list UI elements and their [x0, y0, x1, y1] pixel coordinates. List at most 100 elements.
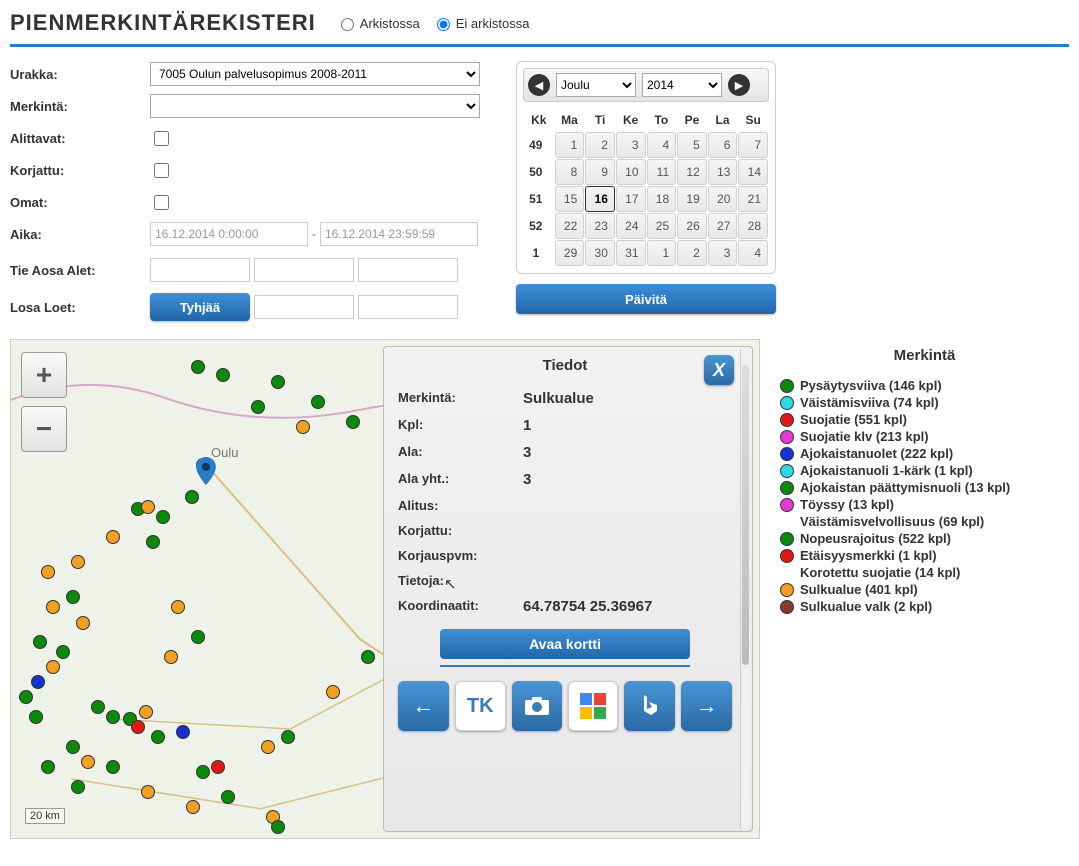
cal-day[interactable]: 29 [555, 240, 585, 266]
not-archived-radio-label[interactable]: Ei arkistossa [432, 15, 530, 31]
map-marker[interactable] [71, 780, 85, 794]
zoom-out-button[interactable]: − [21, 406, 67, 452]
map-marker[interactable] [191, 630, 205, 644]
map-marker[interactable] [326, 685, 340, 699]
map-marker[interactable] [31, 675, 45, 689]
map-marker[interactable] [41, 760, 55, 774]
cal-day[interactable]: 6 [708, 132, 738, 158]
map-marker[interactable] [271, 820, 285, 834]
tie-input-2[interactable] [254, 258, 354, 282]
cal-day[interactable]: 27 [708, 213, 738, 239]
map-marker[interactable] [41, 565, 55, 579]
map-marker[interactable] [141, 500, 155, 514]
map-marker[interactable] [361, 650, 375, 664]
cal-day[interactable]: 17 [616, 186, 646, 212]
cal-day[interactable]: 16 [585, 186, 615, 212]
map-marker[interactable] [106, 530, 120, 544]
map-marker[interactable] [29, 710, 43, 724]
map-marker[interactable] [164, 650, 178, 664]
map-marker[interactable] [185, 490, 199, 504]
zoom-in-button[interactable]: + [21, 352, 67, 398]
omat-checkbox[interactable] [154, 195, 169, 210]
merkinta-select[interactable] [150, 94, 480, 118]
cal-day[interactable]: 19 [677, 186, 707, 212]
cal-next-icon[interactable]: ▶ [728, 74, 750, 96]
google-icon[interactable] [568, 681, 618, 731]
map-marker[interactable] [81, 755, 95, 769]
cal-day[interactable]: 4 [647, 132, 677, 158]
map-marker[interactable] [271, 375, 285, 389]
map-panel[interactable]: + − Oulu 20 km Tiedot X Merkintä:Sulkual… [10, 339, 760, 839]
archived-radio[interactable] [341, 18, 354, 31]
scrollbar[interactable] [740, 349, 750, 829]
map-marker[interactable] [139, 705, 153, 719]
cal-day[interactable]: 2 [677, 240, 707, 266]
map-marker[interactable] [251, 400, 265, 414]
map-pin-icon[interactable] [196, 457, 216, 485]
map-marker[interactable] [191, 360, 205, 374]
map-marker[interactable] [141, 785, 155, 799]
map-marker[interactable] [91, 700, 105, 714]
tk-icon[interactable]: TK [455, 681, 506, 731]
cal-day[interactable]: 25 [647, 213, 677, 239]
map-marker[interactable] [46, 600, 60, 614]
cal-day[interactable]: 7 [738, 132, 768, 158]
alittavat-checkbox[interactable] [154, 131, 169, 146]
cal-year-select[interactable]: 2014 [642, 73, 722, 97]
cal-day[interactable]: 4 [738, 240, 768, 266]
losa-input-1[interactable] [254, 295, 354, 319]
cal-prev-icon[interactable]: ◀ [528, 74, 550, 96]
map-marker[interactable] [176, 725, 190, 739]
cal-day[interactable]: 2 [585, 132, 615, 158]
cal-day[interactable]: 9 [585, 159, 615, 185]
map-marker[interactable] [106, 760, 120, 774]
map-marker[interactable] [151, 730, 165, 744]
cal-day[interactable]: 3 [616, 132, 646, 158]
open-card-button[interactable]: Avaa kortti [440, 629, 690, 659]
map-marker[interactable] [46, 660, 60, 674]
cal-month-select[interactable]: Joulu [556, 73, 636, 97]
map-marker[interactable] [211, 760, 225, 774]
cal-day[interactable]: 15 [555, 186, 585, 212]
cal-day[interactable]: 20 [708, 186, 738, 212]
cal-day[interactable]: 1 [555, 132, 585, 158]
cal-day[interactable]: 5 [677, 132, 707, 158]
map-marker[interactable] [131, 720, 145, 734]
bing-icon[interactable] [624, 681, 675, 731]
map-marker[interactable] [33, 635, 47, 649]
cal-day[interactable]: 12 [677, 159, 707, 185]
cal-day[interactable]: 11 [647, 159, 677, 185]
urakka-select[interactable]: 7005 Oulun palvelusopimus 2008-2011 [150, 62, 480, 86]
cal-day[interactable]: 24 [616, 213, 646, 239]
map-marker[interactable] [296, 420, 310, 434]
tyhjaa-button[interactable]: Tyhjää [150, 293, 250, 321]
map-marker[interactable] [76, 616, 90, 630]
archived-radio-label[interactable]: Arkistossa [336, 15, 420, 31]
tie-input-3[interactable] [358, 258, 458, 282]
map-marker[interactable] [146, 535, 160, 549]
cal-day[interactable]: 18 [647, 186, 677, 212]
prev-arrow-icon[interactable]: ← [398, 681, 449, 731]
tie-input-1[interactable] [150, 258, 250, 282]
map-marker[interactable] [171, 600, 185, 614]
map-marker[interactable] [281, 730, 295, 744]
camera-icon[interactable] [512, 681, 563, 731]
cal-day[interactable]: 8 [555, 159, 585, 185]
losa-input-2[interactable] [358, 295, 458, 319]
map-marker[interactable] [346, 415, 360, 429]
not-archived-radio[interactable] [437, 18, 450, 31]
map-marker[interactable] [311, 395, 325, 409]
cal-day[interactable]: 22 [555, 213, 585, 239]
cal-day[interactable]: 26 [677, 213, 707, 239]
cal-day[interactable]: 31 [616, 240, 646, 266]
map-marker[interactable] [156, 510, 170, 524]
map-marker[interactable] [186, 800, 200, 814]
map-marker[interactable] [221, 790, 235, 804]
close-icon[interactable]: X [704, 355, 734, 385]
cal-day[interactable]: 3 [708, 240, 738, 266]
map-marker[interactable] [261, 740, 275, 754]
aika-to-input[interactable] [320, 222, 478, 246]
map-marker[interactable] [196, 765, 210, 779]
map-marker[interactable] [216, 368, 230, 382]
cal-day[interactable]: 10 [616, 159, 646, 185]
